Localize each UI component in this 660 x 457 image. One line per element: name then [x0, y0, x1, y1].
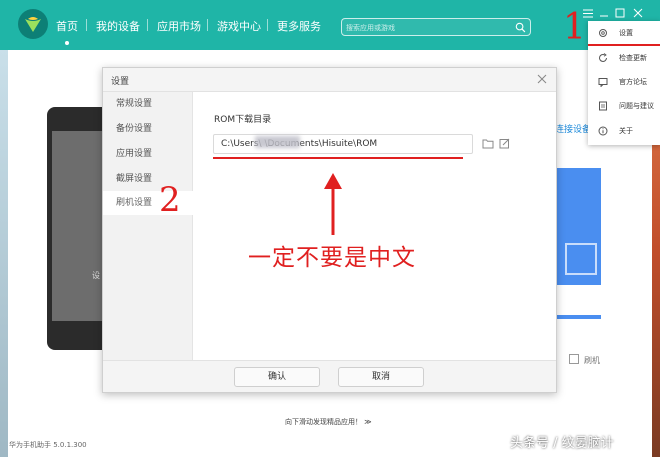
menu-item-label: 检查更新	[619, 54, 647, 62]
app-logo-icon	[18, 9, 48, 39]
menu-item-about[interactable]: 关于	[588, 119, 660, 143]
menu-item-settings[interactable]: 设置	[588, 21, 660, 45]
rom-path-field[interactable]: C:\Users\ \Documents\Hisuite\ROM	[213, 134, 473, 154]
scroll-hint[interactable]: 向下滑动发现精品应用！ ≫	[285, 417, 372, 427]
dialog-header: 设置	[103, 68, 556, 92]
maximize-icon[interactable]	[613, 6, 627, 20]
menu-item-label: 官方论坛	[619, 78, 647, 86]
nav-separator	[86, 19, 87, 31]
menu-item-feedback[interactable]: 问题与建议	[588, 94, 660, 118]
search-box[interactable]	[341, 18, 531, 36]
minimize-icon[interactable]	[597, 6, 611, 20]
flash-label[interactable]: 刷机	[584, 355, 600, 366]
dialog-footer: 确认 取消	[103, 360, 556, 392]
cancel-button[interactable]: 取消	[338, 367, 424, 387]
arrow-up-icon	[324, 173, 342, 235]
version-text: 华为手机助手 5.0.1.300	[9, 441, 87, 449]
forum-icon	[598, 78, 608, 87]
folder-icon[interactable]	[482, 138, 494, 149]
promo-progress-bar	[555, 315, 601, 319]
search-input[interactable]	[346, 21, 511, 34]
top-bar: 首页 我的设备 应用市场 游戏中心 更多服务	[0, 0, 660, 50]
confirm-button[interactable]: 确认	[234, 367, 320, 387]
settings-dropdown-menu: 设置 检查更新 官方论坛 问题与建议 关于	[588, 21, 660, 145]
watermark: 头条号 / 纹晏脑计	[510, 436, 614, 451]
search-icon[interactable]	[515, 22, 526, 33]
rom-directory-label: ROM下载目录	[214, 115, 272, 125]
sidebar-item-backup[interactable]: 备份设置	[103, 117, 193, 141]
phone-screen-text: 设	[92, 271, 100, 280]
info-icon	[598, 126, 608, 136]
nav-app-market[interactable]: 应用市场	[157, 18, 201, 34]
sidebar-item-apps[interactable]: 应用设置	[103, 142, 193, 166]
menu-item-label: 关于	[619, 127, 633, 135]
path-highlight-underline	[213, 157, 463, 159]
sidebar-item-general[interactable]: 常规设置	[103, 92, 193, 116]
close-icon[interactable]	[631, 6, 645, 20]
step-number-2: 2	[159, 180, 181, 220]
settings-dialog: 设置 常规设置 备份设置 应用设置 截屏设置 刷机设置 ROM下载目录 C:\U…	[102, 67, 557, 393]
nav-separator	[267, 19, 268, 31]
grid-icon	[565, 243, 597, 275]
flash-icon[interactable]	[569, 354, 579, 364]
settings-highlight-underline	[588, 44, 660, 46]
nav-separator	[207, 19, 208, 31]
close-icon[interactable]	[536, 73, 548, 85]
redacted-username	[255, 136, 300, 148]
annotation-text: 一定不要是中文	[248, 245, 416, 271]
refresh-icon	[599, 53, 607, 62]
nav-my-device[interactable]: 我的设备	[96, 18, 140, 34]
edit-icon[interactable]	[499, 138, 510, 149]
menu-item-label: 设置	[619, 29, 633, 37]
nav-active-indicator	[65, 41, 69, 45]
feedback-icon	[599, 101, 607, 111]
menu-item-label: 问题与建议	[619, 102, 654, 110]
nav-home[interactable]: 首页	[56, 18, 78, 34]
menu-item-check-update[interactable]: 检查更新	[588, 46, 660, 70]
connect-device-link[interactable]: 连接设备	[555, 122, 591, 135]
desktop-background-left	[0, 50, 8, 457]
nav-game-center[interactable]: 游戏中心	[217, 18, 261, 34]
step-number-1: 1	[563, 7, 586, 48]
nav-separator	[147, 19, 148, 31]
gear-icon	[599, 29, 607, 37]
dialog-sidebar: 常规设置 备份设置 应用设置 截屏设置 刷机设置	[103, 92, 193, 360]
menu-item-forum[interactable]: 官方论坛	[588, 70, 660, 94]
dialog-title: 设置	[111, 77, 130, 87]
nav-more-services[interactable]: 更多服务	[277, 18, 321, 34]
